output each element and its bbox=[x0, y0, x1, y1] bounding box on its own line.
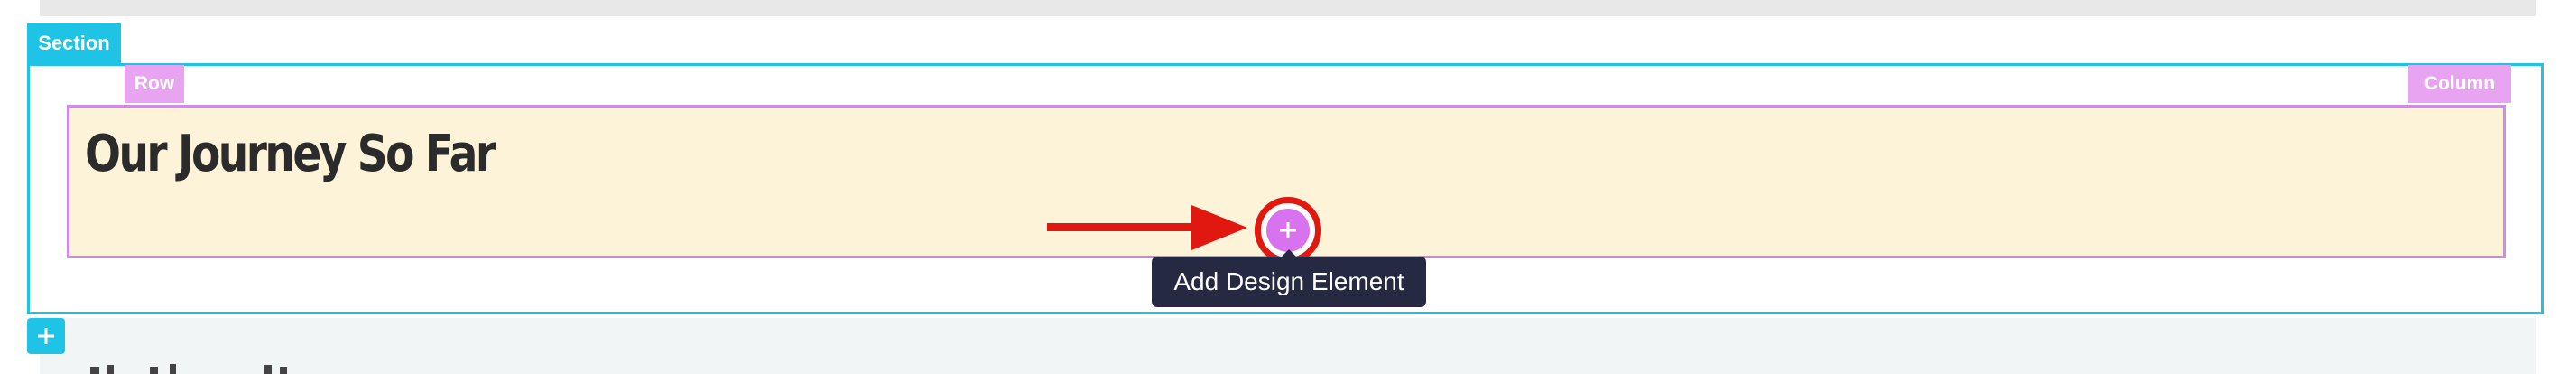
clipped-content-below bbox=[87, 361, 321, 374]
tooltip: Add Design Element bbox=[1152, 249, 1426, 307]
page-heading[interactable]: Our Journey So Far bbox=[85, 126, 496, 182]
previous-section-edge bbox=[40, 0, 2536, 16]
plus-icon bbox=[38, 328, 54, 344]
add-element-circle bbox=[1266, 209, 1310, 252]
add-section-button[interactable] bbox=[27, 318, 65, 354]
row-label[interactable]: Row bbox=[125, 65, 184, 103]
next-section-area bbox=[40, 318, 2536, 374]
arrow-right-icon bbox=[1047, 205, 1247, 250]
column-label[interactable]: Column bbox=[2408, 65, 2511, 103]
plus-icon bbox=[1280, 222, 1296, 238]
section-label[interactable]: Section bbox=[27, 23, 121, 63]
